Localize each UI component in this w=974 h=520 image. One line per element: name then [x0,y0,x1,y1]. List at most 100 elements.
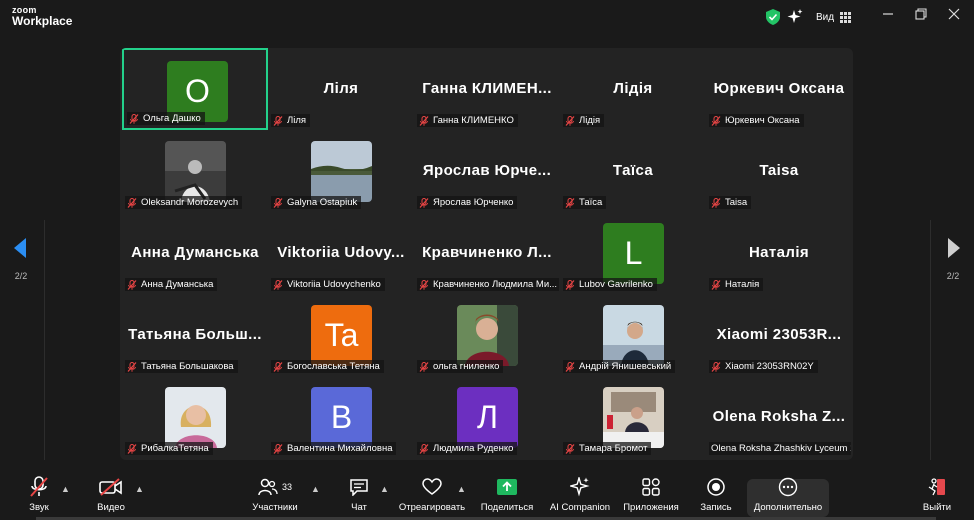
video-options-chevron-icon[interactable]: ▲ [135,484,144,494]
share-label: Поделиться [480,502,534,513]
more-label: Дополнительно [753,502,823,513]
participant-tile[interactable]: Анна Думанська Анна Думанська [122,212,268,294]
participants-count: 33 [281,482,292,492]
participant-tile[interactable]: Olena Roksha Z... Olena Roksha Zhashkiv L… [706,376,852,458]
participant-display-name: Таїса [612,162,654,179]
mic-muted-icon [273,361,283,372]
participant-tile[interactable]: О Ольга Дашко [122,48,268,130]
restore-icon[interactable] [913,8,929,24]
chat-options-chevron-icon[interactable]: ▲ [380,484,389,494]
participant-name: Лідія [579,115,601,126]
participant-tile[interactable]: Кравчиненко Л... Кравчиненко Людмила Ми..… [414,212,560,294]
participants-options-chevron-icon[interactable]: ▲ [311,484,320,494]
avatar-photo [165,141,226,202]
participant-name: Богославська Тетяна [287,361,380,372]
mic-muted-icon [565,443,575,454]
participant-name-label: Татьяна Большакова [125,360,238,373]
participant-tile[interactable]: Юркевич Оксана Юркевич Оксана [706,48,852,130]
ai-companion-button[interactable]: AI Companion [548,476,612,518]
camera-off-icon [99,478,122,496]
participant-display-name: Лідія [613,80,653,97]
participant-display-name: Анна Думанська [131,244,259,261]
participant-name-label: Лідія [563,114,605,127]
participant-name-label: Galyna Ostapiuk [271,196,362,209]
participant-tile[interactable]: Ta Богославська Тетяна [268,294,414,376]
participant-display-name: Ярослав Юрче... [422,162,552,179]
react-options-chevron-icon[interactable]: ▲ [457,484,466,494]
participant-tile[interactable]: Taisa Taisa [706,130,852,212]
participant-tile[interactable]: Андрій Янишевський [560,294,706,376]
participants-icon [258,478,278,496]
mic-muted-icon [273,197,283,208]
prev-page-button[interactable]: 2/2 [6,238,36,281]
encryption-shield-icon[interactable] [766,7,780,27]
chat-button[interactable]: Чат [344,476,374,518]
mic-muted-icon [565,279,575,290]
participant-tile[interactable]: Таїса Таїса [560,130,706,212]
participant-name-label: Ольга Дашко [127,112,205,125]
participant-tile[interactable]: ольга гниленко [414,294,560,376]
participant-tile[interactable]: L Lubov Gavrilenko [560,212,706,294]
participant-tile[interactable]: Ярослав Юрче... Ярослав Юрченко [414,130,560,212]
participant-name-label: Xiaomi 23053RN02Y [709,360,818,373]
participant-name: Тамара Бромот [579,443,648,454]
participant-name-label: Ганна КЛИМЕНКО [417,114,518,127]
participant-name-label: Анна Думанська [125,278,218,291]
arrow-left-icon [14,238,26,258]
participant-display-name: Olena Roksha Z... [712,408,846,425]
participant-name: Таїса [579,197,603,208]
participant-name-label: Юркевич Оксана [709,114,804,127]
participant-tile[interactable]: Л Людмила Руденко [414,376,560,458]
avatar: B [311,387,372,448]
mic-muted-icon [419,197,429,208]
next-page-button[interactable]: 2/2 [938,238,968,281]
more-button[interactable]: Дополнительно [750,476,826,518]
mic-muted-icon [419,279,429,290]
participant-name-label: Андрій Янишевський [563,360,676,373]
participant-tile[interactable]: Xiaomi 23053R... Xiaomi 23053RN02Y [706,294,852,376]
leave-icon [928,478,945,496]
participant-tile[interactable]: Galyna Ostapiuk [268,130,414,212]
participant-name: РибалкаТетяна [141,443,209,454]
avatar-photo [311,141,372,202]
ai-companion-icon [570,477,590,497]
apps-icon [642,478,660,496]
leave-label: Выйти [922,502,952,513]
leave-button[interactable]: Выйти [920,476,954,518]
participant-name-label: РибалкаТетяна [125,442,213,455]
record-icon [707,478,725,496]
logo-line2: Workplace [12,14,73,28]
participant-name: Валентина Михайловна [287,443,393,454]
participant-tile[interactable]: Татьяна Больш... Татьяна Большакова [122,294,268,376]
left-divider [44,220,45,460]
participant-name-label: Ліля [271,114,311,127]
apps-button[interactable]: Приложения [620,476,682,518]
participant-name: Татьяна Большакова [141,361,234,372]
view-button[interactable]: Вид [816,7,852,27]
participants-button[interactable]: 33 Участники [248,476,302,518]
participant-tile[interactable]: Тамара Бромот [560,376,706,458]
participant-display-name: Кравчиненко Л... [422,244,552,261]
ai-sparkle-icon[interactable] [787,7,803,27]
participant-tile[interactable]: B Валентина Михайловна [268,376,414,458]
participant-tile[interactable]: Лідія Лідія [560,48,706,130]
participant-tile[interactable]: РибалкаТетяна [122,376,268,458]
participant-name-label: Таїса [563,196,607,209]
participant-name-label: Taisa [709,196,752,209]
audio-button[interactable]: Звук [22,476,56,518]
mic-muted-icon [127,279,137,290]
video-button[interactable]: Видео [94,476,128,518]
participant-name-label: Ярослав Юрченко [417,196,518,209]
share-screen-button[interactable]: Поделиться [480,476,534,518]
react-button[interactable]: Отреагировать [397,476,467,518]
participant-tile[interactable]: Oleksandr Morozevych [122,130,268,212]
participant-tile[interactable]: Ліля Ліля [268,48,414,130]
audio-options-chevron-icon[interactable]: ▲ [61,484,70,494]
share-screen-icon [497,479,517,495]
participant-tile[interactable]: Ганна КЛИМЕН... Ганна КЛИМЕНКО [414,48,560,130]
close-icon[interactable] [946,8,962,24]
minimize-icon[interactable] [880,8,896,24]
record-button[interactable]: Запись [698,476,734,518]
participant-tile[interactable]: Наталія Наталія [706,212,852,294]
participant-tile[interactable]: Viktoriia Udovy... Viktoriia Udovychenko [268,212,414,294]
